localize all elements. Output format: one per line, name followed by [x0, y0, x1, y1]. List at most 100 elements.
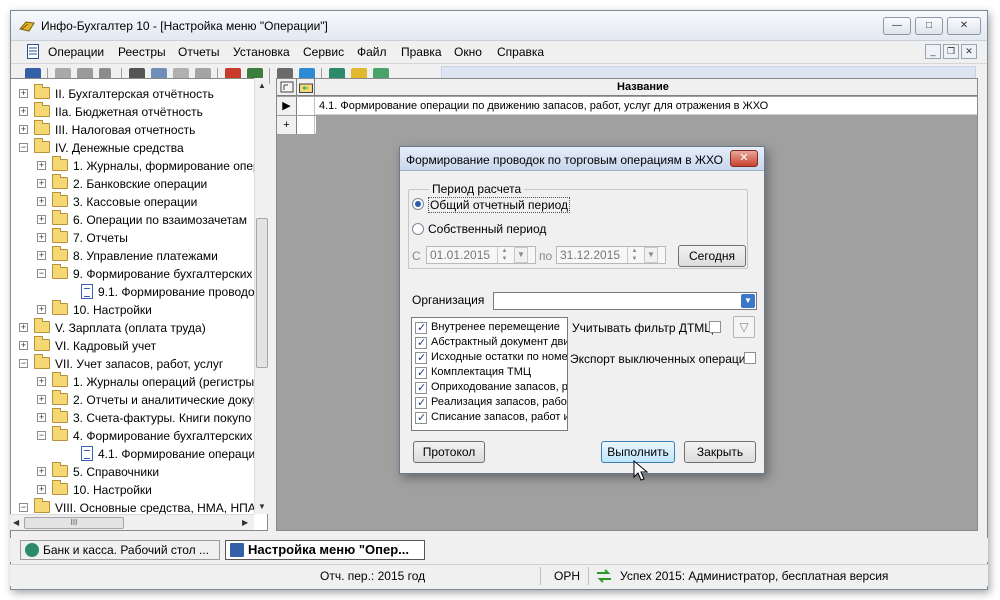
checklist-checkbox[interactable] — [415, 381, 427, 394]
tree-item[interactable]: +2. Банковские операции — [11, 174, 267, 193]
horizontal-scroll-thumb[interactable]: III — [24, 517, 124, 529]
checklist-checkbox[interactable] — [415, 366, 427, 379]
expand-icon[interactable]: + — [19, 341, 28, 350]
collapse-icon[interactable]: − — [19, 143, 28, 152]
tree-item[interactable]: + III. Налоговая отчетность — [11, 120, 267, 139]
expand-icon[interactable]: + — [19, 107, 28, 116]
tree-item[interactable]: +5. Справочники — [11, 462, 267, 481]
tree-item[interactable]: +10. Настройки — [11, 300, 267, 319]
tree-item[interactable]: + V. Зарплата (оплата труда) — [11, 318, 267, 337]
grid-cell-name[interactable]: 4.1. Формирование операции по движению з… — [319, 100, 768, 112]
radio-common-period[interactable] — [412, 198, 424, 210]
tree-item[interactable]: +6. Операции по взаимозачетам — [11, 210, 267, 229]
attach-icon[interactable] — [280, 81, 294, 93]
scroll-up-icon[interactable]: ▲ — [258, 81, 266, 90]
export-disabled-checkbox[interactable] — [744, 352, 756, 364]
dtmc-filter-checkbox[interactable] — [709, 321, 721, 333]
menu-reports[interactable]: Отчеты — [178, 45, 219, 59]
task-tab-menu-settings[interactable]: Настройка меню "Опер... — [225, 540, 425, 560]
tree-item[interactable]: + IIa. Бюджетная отчётность — [11, 102, 267, 121]
dialog-close-button[interactable]: ✕ — [730, 150, 758, 167]
scroll-left-icon[interactable]: ◀ — [13, 518, 19, 527]
today-button[interactable]: Сегодня — [678, 245, 746, 267]
expand-icon[interactable]: + — [19, 323, 28, 332]
expand-icon[interactable]: + — [37, 485, 46, 494]
menu-operations[interactable]: Операции — [48, 45, 104, 59]
row-cell[interactable] — [297, 116, 315, 134]
scroll-right-icon[interactable]: ▶ — [242, 518, 248, 527]
expand-icon[interactable]: + — [37, 377, 46, 386]
expand-icon[interactable]: + — [37, 197, 46, 206]
menu-registers[interactable]: Реестры — [118, 45, 166, 59]
date-from-spinner[interactable]: ▲ ▼ — [497, 247, 511, 263]
expand-icon[interactable]: + — [37, 251, 46, 260]
mdi-minimize-button[interactable]: _ — [925, 44, 941, 59]
radio-own-period-label[interactable]: Собственный период — [428, 222, 546, 236]
tree-item[interactable]: 9.1. Формирование проводок — [11, 283, 267, 301]
date-to-spinner[interactable]: ▲ ▼ — [627, 247, 641, 263]
checklist-checkbox[interactable] — [415, 336, 427, 349]
tree-item[interactable]: − 4. Формирование бухгалтерских — [11, 426, 267, 445]
maximize-button[interactable]: □ — [915, 17, 943, 35]
expand-icon[interactable]: + — [37, 413, 46, 422]
checklist-checkbox[interactable] — [415, 411, 427, 424]
menu-tree[interactable]: + II. Бухгалтерская отчётность + IIa. Бюдже… — [10, 78, 268, 531]
task-tab-bank[interactable]: Банк и касса. Рабочий стол ... — [20, 540, 220, 560]
date-to-field[interactable]: 31.12.2015 ▲ ▼ ▼ — [556, 246, 666, 264]
tree-horizontal-scrollbar[interactable]: ◀ III ▶ — [10, 514, 254, 530]
tree-item[interactable]: − IV. Денежные средства — [11, 138, 267, 157]
close-window-button[interactable]: ✕ — [947, 17, 981, 35]
menu-edit[interactable]: Правка — [401, 45, 442, 59]
checklist-checkbox[interactable] — [415, 321, 427, 334]
expand-icon[interactable]: + — [37, 467, 46, 476]
grid-column-name[interactable]: Название — [617, 81, 669, 93]
collapse-icon[interactable]: − — [19, 503, 28, 512]
expand-icon[interactable]: + — [37, 233, 46, 242]
tree-item[interactable]: 4.1. Формирование операции — [11, 445, 267, 463]
mdi-close-button[interactable]: ✕ — [961, 44, 977, 59]
date-to-dropdown[interactable]: ▼ — [644, 247, 658, 263]
organization-dropdown-icon[interactable]: ▼ — [741, 294, 755, 308]
tree-item[interactable]: + II. Бухгалтерская отчётность — [11, 84, 267, 103]
tree-item[interactable]: − VII. Учет запасов, работ, услуг — [11, 354, 267, 373]
tree-item[interactable]: +3. Счета-фактуры. Книги покупо — [11, 408, 267, 427]
tree-item[interactable]: +10. Настройки — [11, 480, 267, 499]
tree-item[interactable]: +1. Журналы операций (регистры — [11, 372, 267, 391]
tree-item[interactable]: +1. Журналы, формирование опер — [11, 156, 267, 175]
date-from-field[interactable]: 01.01.2015 ▲ ▼ ▼ — [426, 246, 536, 264]
collapse-icon[interactable]: − — [37, 269, 46, 278]
radio-common-period-label[interactable]: Общий отчетный период — [428, 197, 570, 213]
expand-icon[interactable]: + — [19, 89, 28, 98]
expand-icon[interactable]: + — [19, 125, 28, 134]
tree-item[interactable]: − 9. Формирование бухгалтерских — [11, 264, 267, 283]
organization-combo[interactable]: ▼ — [493, 292, 757, 310]
mdi-document-icon[interactable] — [27, 44, 39, 59]
menu-service[interactable]: Сервис — [303, 45, 344, 59]
grid-row[interactable]: ▶ 4.1. Формирование операции по движению… — [277, 97, 977, 115]
collapse-icon[interactable]: − — [19, 359, 28, 368]
tree-item[interactable]: +7. Отчеты — [11, 228, 267, 247]
operations-checklist[interactable]: Внутренее перемещение Абстрактный докумен… — [411, 317, 568, 431]
expand-icon[interactable]: + — [37, 215, 46, 224]
tree-item[interactable]: +8. Управление платежами — [11, 246, 267, 265]
radio-own-period[interactable] — [412, 223, 424, 235]
tree-item[interactable]: + VI. Кадровый учет — [11, 336, 267, 355]
vertical-scroll-thumb[interactable] — [256, 218, 268, 368]
collapse-icon[interactable]: − — [37, 431, 46, 440]
mdi-restore-button[interactable]: ❐ — [943, 44, 959, 59]
menu-help[interactable]: Справка — [497, 45, 544, 59]
grid-row-new[interactable]: + — [277, 116, 316, 134]
scroll-down-icon[interactable]: ▼ — [258, 502, 266, 511]
checklist-checkbox[interactable] — [415, 351, 427, 364]
tree-item[interactable]: +2. Отчеты и аналитические докум — [11, 390, 267, 409]
tree-item[interactable]: +3. Кассовые операции — [11, 192, 267, 211]
expand-icon[interactable]: + — [37, 395, 46, 404]
menu-file[interactable]: Файл — [357, 45, 387, 59]
date-from-dropdown[interactable]: ▼ — [514, 247, 528, 263]
menu-settings[interactable]: Установка — [233, 45, 290, 59]
expand-icon[interactable]: + — [37, 305, 46, 314]
row-cell[interactable] — [297, 97, 315, 115]
folder-back-icon[interactable] — [299, 82, 313, 93]
expand-icon[interactable]: + — [37, 179, 46, 188]
close-button[interactable]: Закрыть — [684, 441, 756, 463]
